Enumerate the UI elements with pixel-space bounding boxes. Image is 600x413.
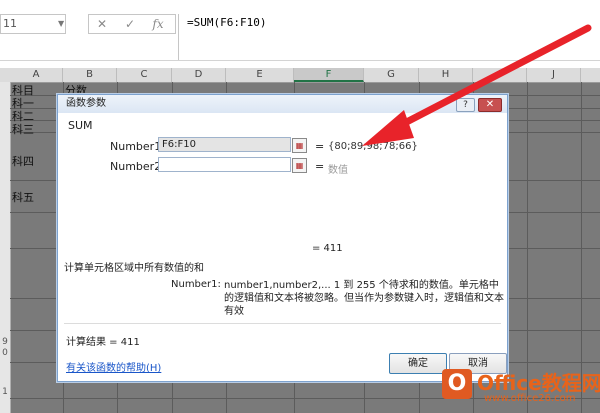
ok-button[interactable]: 确定 <box>389 353 447 374</box>
arg-equals: = <box>315 140 325 153</box>
column-header-j[interactable]: J <box>527 68 581 82</box>
arg-label-number1: Number1 <box>110 140 162 153</box>
column-header-h[interactable]: H <box>419 68 473 82</box>
cancel-icon[interactable]: ✕ <box>89 15 115 33</box>
column-header-i[interactable]: I <box>473 68 527 82</box>
formula-buttons: ✕ ✓ fx <box>88 14 176 34</box>
watermark-url: www.office26.com <box>484 393 576 404</box>
cell-a-r3[interactable]: 科三 <box>12 121 34 137</box>
office-logo-icon: O <box>442 369 472 399</box>
confirm-icon[interactable]: ✓ <box>117 15 143 33</box>
function-description: 计算单元格区域中所有数值的和 <box>64 263 204 274</box>
column-header-e[interactable]: E <box>226 68 294 82</box>
close-button[interactable]: ✕ <box>478 98 502 112</box>
row-number[interactable]: 0 <box>0 348 10 358</box>
formula-bar: 11 ▼ ✕ ✓ fx =SUM(F6:F10) <box>0 0 600 61</box>
range-select-icon[interactable]: ▦ <box>292 158 307 173</box>
number2-result: 数值 <box>328 165 348 176</box>
row-number[interactable]: 1 <box>0 387 10 397</box>
function-help-link[interactable]: 有关该函数的帮助(H) <box>66 359 161 374</box>
cell-a-r5[interactable]: 科五 <box>12 189 34 205</box>
calculation-result: 计算结果 = 411 <box>66 337 140 348</box>
column-header-b[interactable]: B <box>63 68 117 82</box>
cell-a-r4[interactable]: 科四 <box>12 153 34 169</box>
formula-input[interactable]: =SUM(F6:F10) <box>178 14 600 60</box>
number1-result: {80;89;98;78;66} <box>328 141 418 152</box>
column-header-a[interactable]: A <box>10 68 63 82</box>
argument-help-label: Number1: <box>171 279 221 290</box>
function-arguments-dialog: 函数参数 ? ✕ SUM Number1 F6:F10 ▦ = {80;89;9… <box>57 94 508 382</box>
chevron-down-icon[interactable]: ▼ <box>58 14 66 34</box>
column-header-d[interactable]: D <box>172 68 226 82</box>
range-select-icon[interactable]: ▦ <box>292 138 307 153</box>
insert-function-icon[interactable]: fx <box>145 15 171 33</box>
column-header-f[interactable]: F <box>294 68 364 82</box>
number1-input[interactable]: F6:F10 <box>158 137 291 152</box>
arg-equals: = <box>315 160 325 173</box>
help-button[interactable]: ? <box>456 98 475 112</box>
column-header-c[interactable]: C <box>117 68 172 82</box>
formula-result-preview: = 411 <box>312 243 343 254</box>
arg-label-number2: Number2 <box>110 160 162 173</box>
number2-input[interactable] <box>158 157 291 172</box>
dialog-titlebar[interactable]: 函数参数 ? ✕ <box>58 95 507 113</box>
function-name: SUM <box>68 119 93 132</box>
name-box[interactable]: 11 <box>0 14 66 34</box>
divider <box>64 323 501 324</box>
watermark-title: Office教程网 <box>477 371 600 395</box>
column-header-g[interactable]: G <box>364 68 419 82</box>
row-number[interactable]: 9 <box>0 337 10 347</box>
column-headers: A B C D E F G H I J <box>0 68 600 83</box>
argument-help-text: number1,number2,... 1 到 255 个待求和的数值。单元格中… <box>224 280 504 317</box>
watermark-logo: O Office教程网 www.office26.com <box>440 365 600 411</box>
dialog-title: 函数参数 <box>66 98 106 109</box>
